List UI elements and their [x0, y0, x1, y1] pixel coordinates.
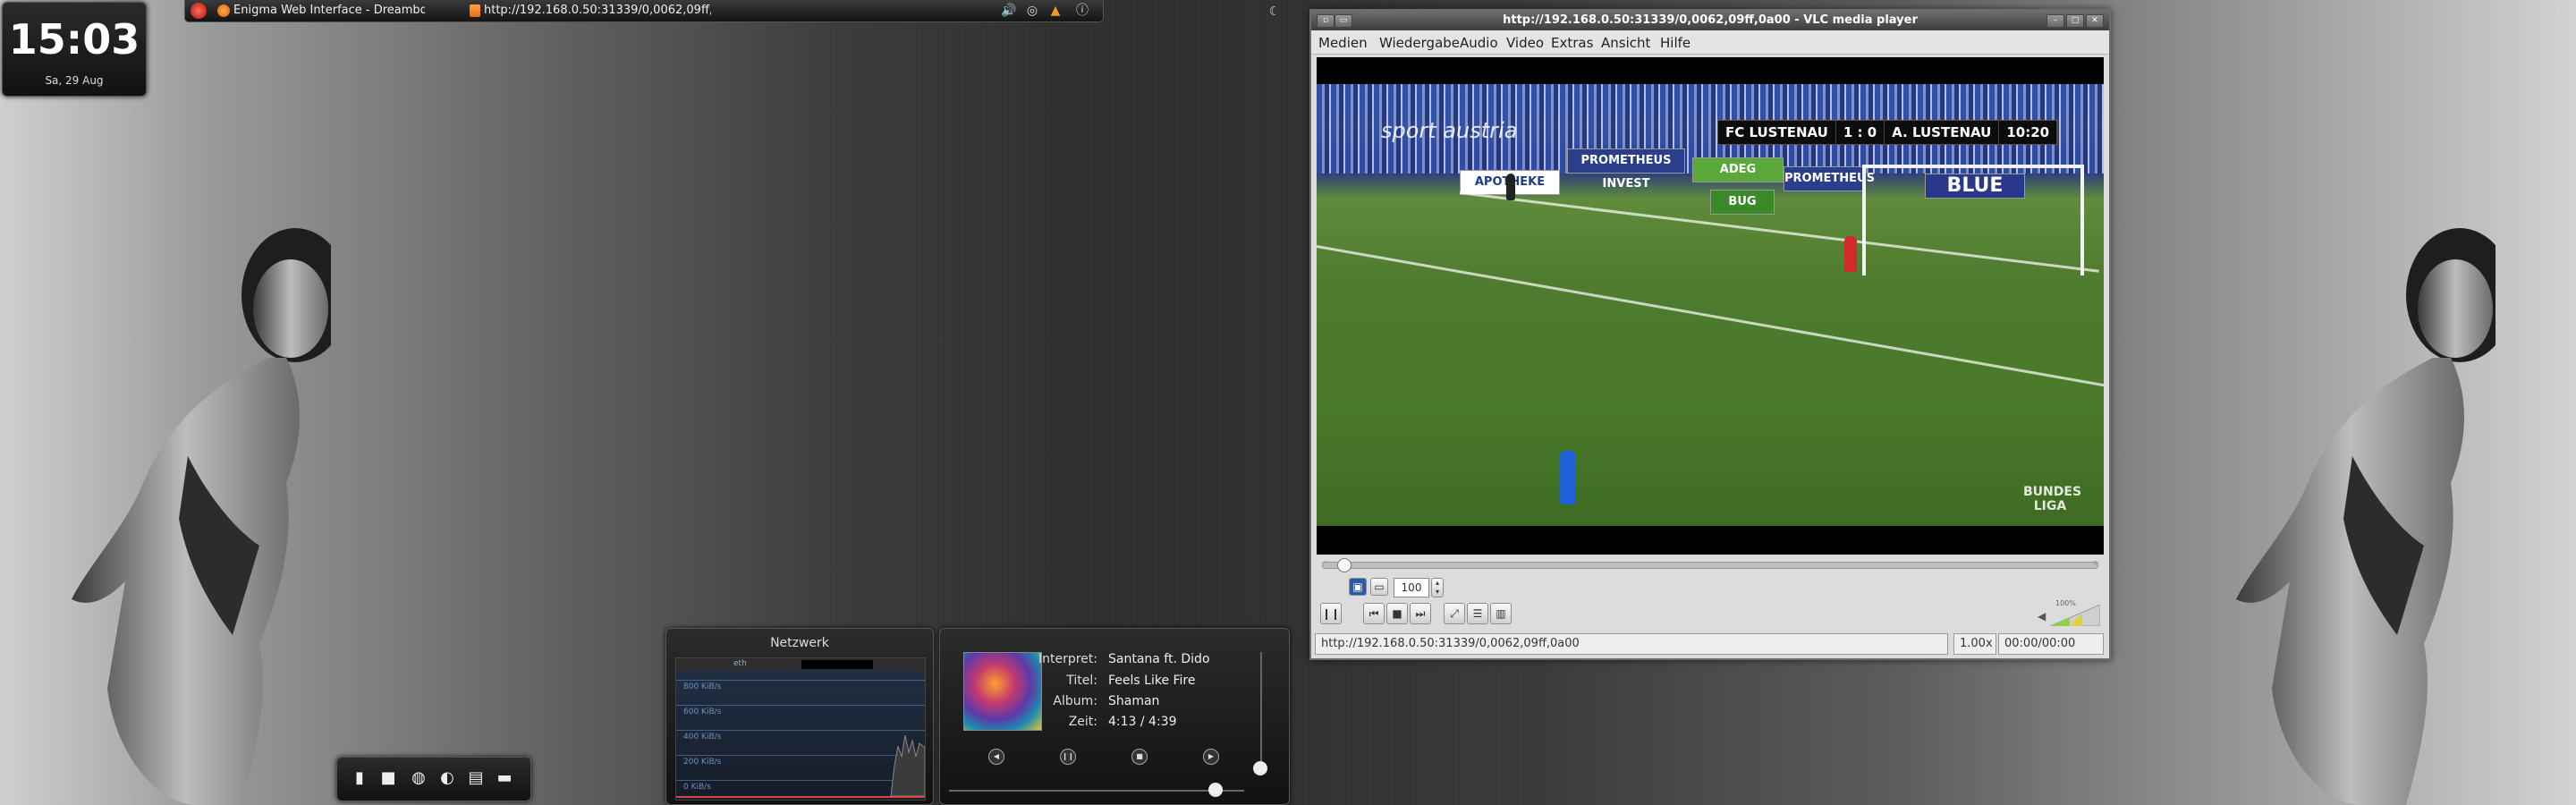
vlc-window: http://192.168.0.50:31339/0,0062,09ff,0a…: [1309, 9, 2111, 660]
video-frame: PROMETHEUS INVEST ADEG PROMETHEUS BLUE B…: [1317, 84, 2104, 526]
close-button[interactable]: ✕: [2086, 14, 2104, 28]
previous-track-button[interactable]: ◀: [988, 749, 1004, 765]
extended-settings-button[interactable]: ▥: [1490, 603, 1512, 624]
menu-audio[interactable]: Audio: [1460, 35, 1498, 51]
zoom-input[interactable]: 100: [1394, 578, 1429, 597]
globe-icon[interactable]: ◍: [409, 768, 428, 788]
title-value: Feels Like Fire: [1108, 674, 1196, 688]
ad-board-5: BUG: [1710, 190, 1775, 215]
volume-wedge[interactable]: [2049, 604, 2101, 627]
window-shade-icon[interactable]: ▭: [1335, 14, 1352, 28]
vlc-titlebar[interactable]: http://192.168.0.50:31339/0,0062,09ff,0a…: [1311, 11, 2109, 30]
menu-extras[interactable]: Extras: [1551, 35, 1593, 51]
volume-knob[interactable]: [1253, 761, 1267, 775]
snapshot-icon[interactable]: ▣: [1349, 578, 1367, 596]
zoom-stepper[interactable]: ▴ ▾: [1431, 578, 1444, 597]
clock-widget: 15:03 Sa, 29 Aug: [2, 2, 147, 97]
headphones-icon[interactable]: ◎: [1024, 3, 1040, 19]
previous-button[interactable]: ⏮: [1363, 603, 1385, 624]
player-red: [1844, 236, 1857, 272]
volume-track[interactable]: [1260, 652, 1262, 768]
bundesliga-logo: BUNDES LIGA: [2023, 485, 2082, 513]
channel-watermark: sport austria: [1381, 118, 1518, 143]
scoreboard: FC LUSTENAU 1 : 0 A. LUSTENAU 10:20: [1717, 120, 2059, 145]
goal-post: [1862, 165, 2084, 275]
task-firefox[interactable]: Enigma Web Interface - Dreambox - M...: [233, 4, 425, 17]
time-value: 4:13 / 4:39: [1108, 715, 1177, 729]
network-traffic-plot: [676, 734, 925, 798]
info-icon[interactable]: ⓘ: [1074, 3, 1090, 19]
dock: ▮ ■ ◍ ◐ ▤ ▬: [336, 757, 531, 801]
volume-slider[interactable]: ◀ 100%: [2038, 599, 2101, 627]
network-graph: eth 800 KiB/s 600 KiB/s 400 KiB/s 200 Ki…: [675, 657, 926, 801]
menu-wiedergabe[interactable]: Wiedergabe: [1379, 35, 1460, 51]
ad-board-1: PROMETHEUS INVEST: [1567, 148, 1685, 191]
vlc-statusbar: http://192.168.0.50:31339/0,0062,09ff,0a…: [1315, 633, 2106, 655]
score-away: A. LUSTENAU: [1885, 121, 2000, 144]
document-icon[interactable]: ▤: [466, 768, 486, 788]
maximize-button[interactable]: ▢: [2066, 14, 2084, 28]
music-player-widget: Interpret: Santana ft. Dido Titel: Feels…: [939, 628, 1290, 805]
stop-button[interactable]: ■: [1386, 603, 1408, 624]
pause-track-button[interactable]: ❙❙: [1060, 749, 1076, 765]
ad-board-3: PROMETHEUS: [1784, 166, 1875, 191]
seek-forward-icon[interactable]: »: [2093, 558, 2098, 568]
volume-label: 100%: [2055, 599, 2076, 607]
title-label: Titel:: [1066, 674, 1097, 688]
interpreter-label: Interpret:: [1038, 652, 1097, 666]
status-rate[interactable]: 1.00x: [1953, 633, 1996, 655]
speaker-icon[interactable]: ◀: [2038, 610, 2046, 623]
interpreter-value: Santana ft. Dido: [1108, 652, 1210, 666]
status-time[interactable]: 00:00/00:00: [1998, 633, 2104, 655]
clock-time: 15:03: [8, 15, 140, 64]
time-label: Zeit:: [1068, 715, 1097, 729]
volume-icon[interactable]: 🔊: [1001, 3, 1017, 19]
playlist-button[interactable]: ☰: [1467, 603, 1488, 624]
stop-track-button[interactable]: ■: [1131, 749, 1148, 765]
vlc-menubar: Medien Wiedergabe Audio Video Extras Ans…: [1311, 30, 2109, 55]
video-area[interactable]: PROMETHEUS INVEST ADEG PROMETHEUS BLUE B…: [1317, 57, 2104, 555]
vlc-tray-icon[interactable]: ▲: [1047, 3, 1063, 19]
window-menu-icon[interactable]: ▫: [1317, 14, 1335, 28]
status-url: http://192.168.0.50:31339/0,0062,09ff,0a…: [1315, 633, 1948, 655]
next-button[interactable]: ⏭: [1410, 603, 1431, 624]
task-vlc[interactable]: http://192.168.0.50:31339/0,0062,09ff,0.…: [484, 4, 711, 17]
wallpaper-figure-left: [72, 228, 331, 805]
media-icon[interactable]: ◐: [437, 768, 457, 788]
progress-knob[interactable]: [1208, 783, 1223, 797]
terminal-icon[interactable]: ■: [378, 768, 398, 788]
clock-date: Sa, 29 Aug: [45, 74, 104, 87]
menu-ansicht[interactable]: Ansicht: [1601, 35, 1650, 51]
album-value: Shaman: [1108, 694, 1160, 708]
score-home: FC LUSTENAU: [1718, 121, 1836, 144]
network-title: Netzwerk: [770, 636, 829, 650]
score-clock: 10:20: [1999, 121, 2058, 144]
keyboard-icon[interactable]: ▬: [495, 768, 514, 788]
menu-icon[interactable]: [191, 3, 207, 19]
minimize-button[interactable]: –: [2046, 14, 2064, 28]
network-widget: Netzwerk eth 800 KiB/s 600 KiB/s 400 KiB…: [665, 628, 934, 805]
seek-knob[interactable]: [1337, 558, 1352, 572]
menu-medien[interactable]: Medien: [1318, 35, 1368, 51]
next-track-button[interactable]: ▶: [1203, 749, 1219, 765]
corner-moon-icon-left[interactable]: ☾: [1267, 4, 1283, 20]
progress-track[interactable]: [949, 790, 1244, 792]
seek-bar[interactable]: [1322, 558, 2098, 572]
trash-icon[interactable]: ▮: [350, 768, 369, 788]
menu-hilfe[interactable]: Hilfe: [1660, 35, 1690, 51]
album-label: Album:: [1053, 694, 1097, 708]
menu-video[interactable]: Video: [1506, 35, 1544, 51]
player-blue: [1560, 451, 1576, 504]
player-keeper: [1506, 174, 1515, 200]
corner-moon-icon-right[interactable]: ☾: [2553, 4, 2569, 20]
vlc-task-icon: [470, 4, 480, 17]
ad-board-2: ADEG: [1692, 157, 1784, 182]
fullscreen-button[interactable]: ⤢: [1444, 603, 1465, 624]
taskbar: Enigma Web Interface - Dreambox - M... h…: [184, 0, 1104, 22]
firefox-icon: [217, 4, 230, 17]
fullscreen-small-icon[interactable]: ▭: [1370, 578, 1388, 596]
pause-button[interactable]: ❙❙: [1320, 603, 1342, 624]
wallpaper-figure-right: [2236, 228, 2496, 805]
score-result: 1 : 0: [1836, 121, 1885, 144]
